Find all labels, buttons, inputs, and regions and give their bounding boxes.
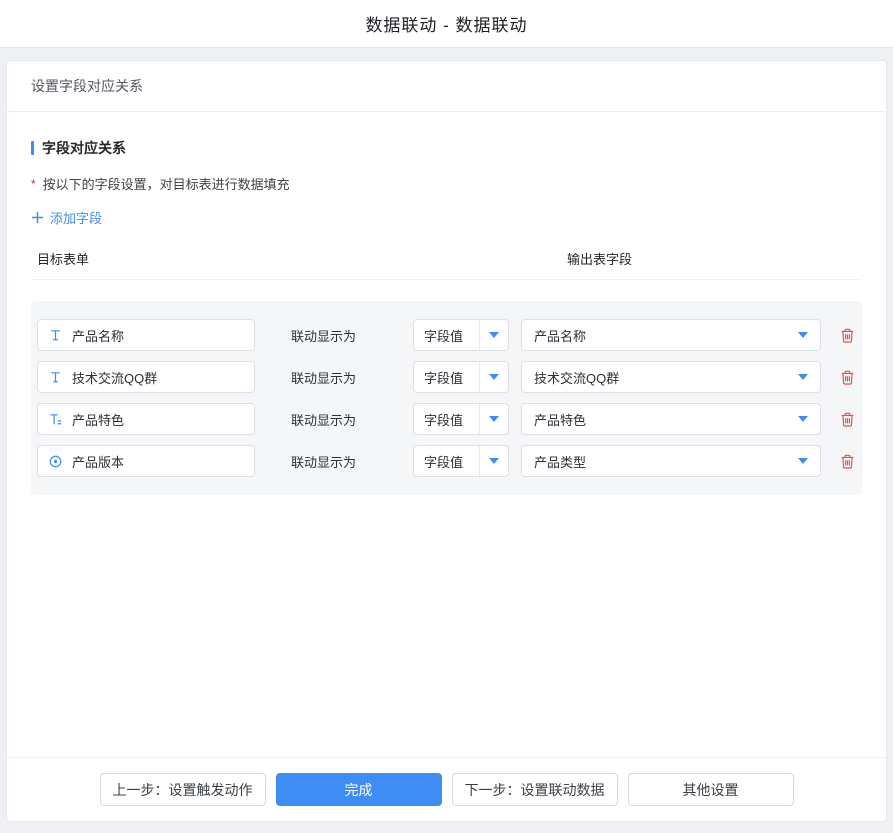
target-field-input[interactable]: 产品名称 bbox=[37, 319, 255, 351]
trash-icon bbox=[839, 369, 856, 386]
plus-icon bbox=[31, 211, 44, 224]
next-step-button[interactable]: 下一步：设置联动数据 bbox=[452, 773, 618, 806]
target-field-input[interactable]: 产品版本 bbox=[37, 445, 255, 477]
textarea-icon bbox=[48, 412, 63, 427]
delete-row-button[interactable] bbox=[839, 327, 856, 344]
caret-cell bbox=[479, 404, 508, 434]
chevron-down-icon bbox=[798, 416, 808, 422]
text-input-icon bbox=[48, 370, 63, 385]
field-mapping-row: 产品名称 联动显示为 字段值 产品名称 bbox=[31, 319, 862, 351]
field-mapping-row: 产品版本 联动显示为 字段值 产品类型 bbox=[31, 445, 862, 477]
section-marker bbox=[31, 141, 34, 155]
caret-cell bbox=[479, 362, 508, 392]
data-linkage-page: 数据联动 - 数据联动 设置字段对应关系 字段对应关系 * 按以下的字段设置，对… bbox=[0, 0, 893, 833]
output-field-select[interactable]: 产品特色 bbox=[521, 403, 821, 435]
link-display-label: 联动显示为 bbox=[291, 452, 361, 471]
delete-row-button[interactable] bbox=[839, 453, 856, 470]
chevron-down-icon bbox=[489, 416, 499, 422]
output-field-value: 技术交流QQ群 bbox=[534, 368, 798, 387]
required-asterisk: * bbox=[31, 177, 36, 191]
column-header-target-form: 目标表单 bbox=[37, 249, 89, 268]
target-field-label: 产品特色 bbox=[72, 410, 124, 429]
field-mode-value: 字段值 bbox=[414, 404, 479, 434]
top-bar: 数据联动 - 数据联动 bbox=[0, 0, 893, 48]
chevron-down-icon bbox=[798, 374, 808, 380]
caret-cell bbox=[479, 320, 508, 350]
other-settings-button[interactable]: 其他设置 bbox=[628, 773, 794, 806]
field-mode-value: 字段值 bbox=[414, 320, 479, 350]
column-header-output-field: 输出表字段 bbox=[567, 249, 632, 268]
field-mapping-list: 产品名称 联动显示为 字段值 产品名称 bbox=[31, 301, 862, 495]
add-field-button[interactable]: 添加字段 bbox=[31, 208, 102, 227]
field-mode-select[interactable]: 字段值 bbox=[413, 361, 509, 393]
page-title: 数据联动 - 数据联动 bbox=[365, 11, 527, 36]
trash-icon bbox=[839, 411, 856, 428]
output-field-value: 产品名称 bbox=[534, 326, 798, 345]
column-headers: 目标表单 输出表字段 bbox=[31, 249, 862, 280]
link-display-label: 联动显示为 bbox=[291, 410, 361, 429]
delete-row-button[interactable] bbox=[839, 369, 856, 386]
field-mapping-row: 产品特色 联动显示为 字段值 产品特色 bbox=[31, 403, 862, 435]
field-mode-value: 字段值 bbox=[414, 362, 479, 392]
prev-step-button[interactable]: 上一步：设置触发动作 bbox=[100, 773, 266, 806]
chevron-down-icon bbox=[489, 332, 499, 338]
target-field-input[interactable]: 产品特色 bbox=[37, 403, 255, 435]
section-note: * 按以下的字段设置，对目标表进行数据填充 bbox=[31, 174, 862, 193]
chevron-down-icon bbox=[798, 332, 808, 338]
output-field-value: 产品类型 bbox=[534, 452, 798, 471]
settings-panel: 设置字段对应关系 字段对应关系 * 按以下的字段设置，对目标表进行数据填充 添加… bbox=[6, 60, 887, 822]
caret-cell bbox=[479, 446, 508, 476]
finish-button[interactable]: 完成 bbox=[276, 773, 442, 806]
panel-footer: 上一步：设置触发动作 完成 下一步：设置联动数据 其他设置 bbox=[7, 757, 886, 821]
link-display-label: 联动显示为 bbox=[291, 326, 361, 345]
target-field-label: 产品名称 bbox=[72, 326, 124, 345]
delete-row-button[interactable] bbox=[839, 411, 856, 428]
field-mapping-row: 技术交流QQ群 联动显示为 字段值 技术交流QQ群 bbox=[31, 361, 862, 393]
output-field-select[interactable]: 产品名称 bbox=[521, 319, 821, 351]
chevron-down-icon bbox=[489, 374, 499, 380]
trash-icon bbox=[839, 453, 856, 470]
field-mode-select[interactable]: 字段值 bbox=[413, 445, 509, 477]
chevron-down-icon bbox=[489, 458, 499, 464]
section-note-text: 按以下的字段设置，对目标表进行数据填充 bbox=[43, 174, 290, 193]
link-display-label: 联动显示为 bbox=[291, 368, 361, 387]
radio-icon bbox=[48, 454, 63, 469]
output-field-value: 产品特色 bbox=[534, 410, 798, 429]
target-field-label: 产品版本 bbox=[72, 452, 124, 471]
chevron-down-icon bbox=[798, 458, 808, 464]
section-title: 字段对应关系 bbox=[31, 138, 862, 158]
target-field-label: 技术交流QQ群 bbox=[72, 368, 157, 387]
target-field-input[interactable]: 技术交流QQ群 bbox=[37, 361, 255, 393]
panel-body: 字段对应关系 * 按以下的字段设置，对目标表进行数据填充 添加字段 目标表单 输… bbox=[7, 112, 886, 757]
section-title-label: 字段对应关系 bbox=[42, 138, 126, 158]
field-mode-select[interactable]: 字段值 bbox=[413, 403, 509, 435]
field-mode-select[interactable]: 字段值 bbox=[413, 319, 509, 351]
text-input-icon bbox=[48, 328, 63, 343]
panel-header: 设置字段对应关系 bbox=[7, 61, 886, 112]
output-field-select[interactable]: 技术交流QQ群 bbox=[521, 361, 821, 393]
add-field-label: 添加字段 bbox=[50, 208, 102, 227]
trash-icon bbox=[839, 327, 856, 344]
output-field-select[interactable]: 产品类型 bbox=[521, 445, 821, 477]
field-mode-value: 字段值 bbox=[414, 446, 479, 476]
